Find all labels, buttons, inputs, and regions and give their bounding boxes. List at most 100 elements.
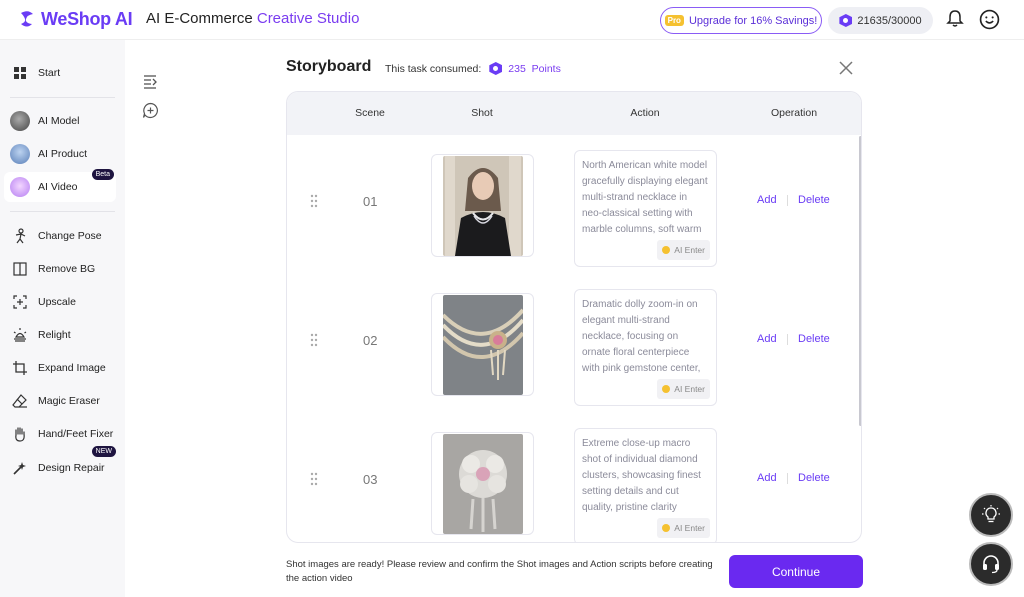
support-fab[interactable]	[969, 542, 1013, 586]
column-header-shot: Shot	[471, 107, 493, 119]
video-avatar	[10, 177, 30, 197]
table-scrollbar[interactable]	[859, 136, 861, 426]
consumed-unit: Points	[531, 62, 561, 75]
sidebar-item-expand-image[interactable]: Expand Image	[4, 353, 116, 383]
repair-icon	[10, 458, 30, 478]
add-button[interactable]: Add	[757, 194, 777, 206]
product-avatar	[10, 144, 30, 164]
sidebar-item-start[interactable]: Start	[4, 58, 116, 88]
diamond-brooch-image	[442, 433, 523, 534]
page-title: Storyboard	[286, 58, 372, 75]
action-script-text: Dramatic dolly zoom-in on elegant multi-…	[582, 299, 701, 374]
necklace-closeup-image	[442, 294, 523, 395]
sidebar-item-label: Design Repair	[38, 462, 105, 474]
delete-button[interactable]: Delete	[798, 194, 830, 206]
sidebar-item-ai-video[interactable]: AI Video Beta	[4, 169, 116, 202]
sidebar-item-relight[interactable]: Relight	[4, 320, 116, 350]
sidebar-item-label: Remove BG	[38, 263, 96, 275]
headset-icon	[983, 555, 999, 574]
lightbulb-icon	[982, 505, 1000, 523]
beta-badge: Beta	[91, 169, 114, 180]
upgrade-label: Upgrade for 16% Savings!	[688, 14, 818, 27]
bell-icon[interactable]	[945, 9, 965, 29]
sidebar-item-ai-model[interactable]: AI Model	[4, 106, 116, 136]
delete-button[interactable]: Delete	[798, 472, 830, 484]
user-avatar-icon[interactable]	[979, 9, 1000, 30]
delete-button[interactable]: Delete	[798, 333, 830, 345]
bulb-icon	[662, 385, 671, 393]
bulb-icon	[662, 246, 671, 254]
model-necklace-image	[442, 155, 523, 256]
action-script-field[interactable]: North American white model gracefully di…	[574, 150, 717, 267]
ai-enter-button[interactable]: AI Enter	[657, 379, 710, 399]
points-icon	[489, 62, 503, 75]
sidebar-item-label: AI Model	[38, 115, 80, 127]
sidebar-item-label: Magic Eraser	[38, 395, 100, 407]
scene-number: 02	[363, 333, 378, 348]
drag-handle-icon[interactable]	[309, 332, 319, 348]
table-row: 03 Extreme close-up macro shot of indivi…	[287, 414, 861, 542]
add-button[interactable]: Add	[757, 333, 777, 345]
action-script-field[interactable]: Dramatic dolly zoom-in on elegant multi-…	[574, 289, 717, 406]
collapse-sidebar-icon[interactable]	[142, 73, 158, 89]
sidebar-item-design-repair[interactable]: Design Repair NEW	[4, 446, 116, 483]
add-button[interactable]: Add	[757, 472, 777, 484]
consumed-value: 235	[508, 62, 526, 75]
sidebar: Start AI Model AI Product AI Video Beta …	[0, 40, 125, 597]
sidebar-item-label: Hand/Feet Fixer	[38, 428, 114, 440]
operation-divider	[787, 195, 788, 206]
scene-number: 03	[363, 472, 378, 487]
operation-divider	[787, 334, 788, 345]
weshop-logo[interactable]: WeShop AI	[18, 8, 133, 30]
pro-badge: Pro	[664, 15, 684, 26]
sidebar-item-label: Start	[38, 67, 61, 79]
shot-thumbnail[interactable]	[431, 293, 534, 396]
sidebar-item-remove-bg[interactable]: Remove BG	[4, 254, 116, 284]
drag-handle-icon[interactable]	[309, 193, 319, 209]
points-consumed: This task consumed: 235 Points	[385, 62, 561, 75]
action-script-text: North American white model gracefully di…	[582, 160, 708, 235]
sidebar-item-label: AI Product	[38, 148, 88, 160]
sidebar-item-hand-feet-fixer[interactable]: Hand/Feet Fixer	[4, 419, 116, 449]
bulb-icon	[662, 524, 671, 532]
shot-thumbnail[interactable]	[431, 154, 534, 257]
sidebar-item-label: Expand Image	[38, 362, 106, 374]
drag-handle-icon[interactable]	[309, 471, 319, 487]
sidebar-item-ai-product[interactable]: AI Product	[4, 139, 116, 169]
pose-icon	[10, 226, 30, 246]
grid-icon	[10, 63, 30, 83]
crop-icon	[10, 358, 30, 378]
points-icon	[839, 14, 853, 27]
new-chat-icon[interactable]	[142, 102, 159, 119]
column-header-operation: Operation	[770, 107, 818, 119]
sidebar-item-label: Upscale	[38, 296, 76, 308]
sidebar-divider	[10, 211, 115, 212]
scene-number: 01	[363, 194, 378, 209]
close-icon[interactable]	[837, 59, 855, 77]
hand-icon	[10, 424, 30, 444]
table-row: 02 Dramatic dolly zoom-in on elegant mul…	[287, 275, 861, 414]
sidebar-divider	[10, 97, 115, 98]
ai-enter-button[interactable]: AI Enter	[657, 240, 710, 260]
eraser-icon	[10, 391, 30, 411]
ai-enter-button[interactable]: AI Enter	[657, 518, 710, 538]
column-header-scene: Scene	[355, 107, 385, 119]
continue-button[interactable]: Continue	[729, 555, 863, 588]
points-value: 21635/30000	[857, 14, 922, 27]
top-header: WeShop AI AI E-Commerce Creative Studio …	[0, 0, 1024, 40]
review-message: Shot images are ready! Please review and…	[286, 559, 713, 584]
shot-thumbnail[interactable]	[431, 432, 534, 535]
tips-fab[interactable]	[969, 493, 1013, 537]
logo-text: WeShop AI	[41, 8, 133, 29]
sidebar-item-change-pose[interactable]: Change Pose	[4, 221, 116, 251]
action-script-field[interactable]: Extreme close-up macro shot of individua…	[574, 428, 717, 542]
new-badge: NEW	[91, 446, 116, 457]
consumed-label: This task consumed:	[385, 62, 482, 75]
sidebar-item-magic-eraser[interactable]: Magic Eraser	[4, 386, 116, 416]
column-header-action: Action	[630, 107, 660, 119]
upgrade-button[interactable]: Pro Upgrade for 16% Savings!	[660, 7, 822, 34]
points-balance[interactable]: 21635/30000	[828, 7, 933, 34]
model-avatar	[10, 111, 30, 131]
action-script-text: Extreme close-up macro shot of individua…	[582, 438, 701, 513]
sidebar-item-upscale[interactable]: Upscale	[4, 287, 116, 317]
